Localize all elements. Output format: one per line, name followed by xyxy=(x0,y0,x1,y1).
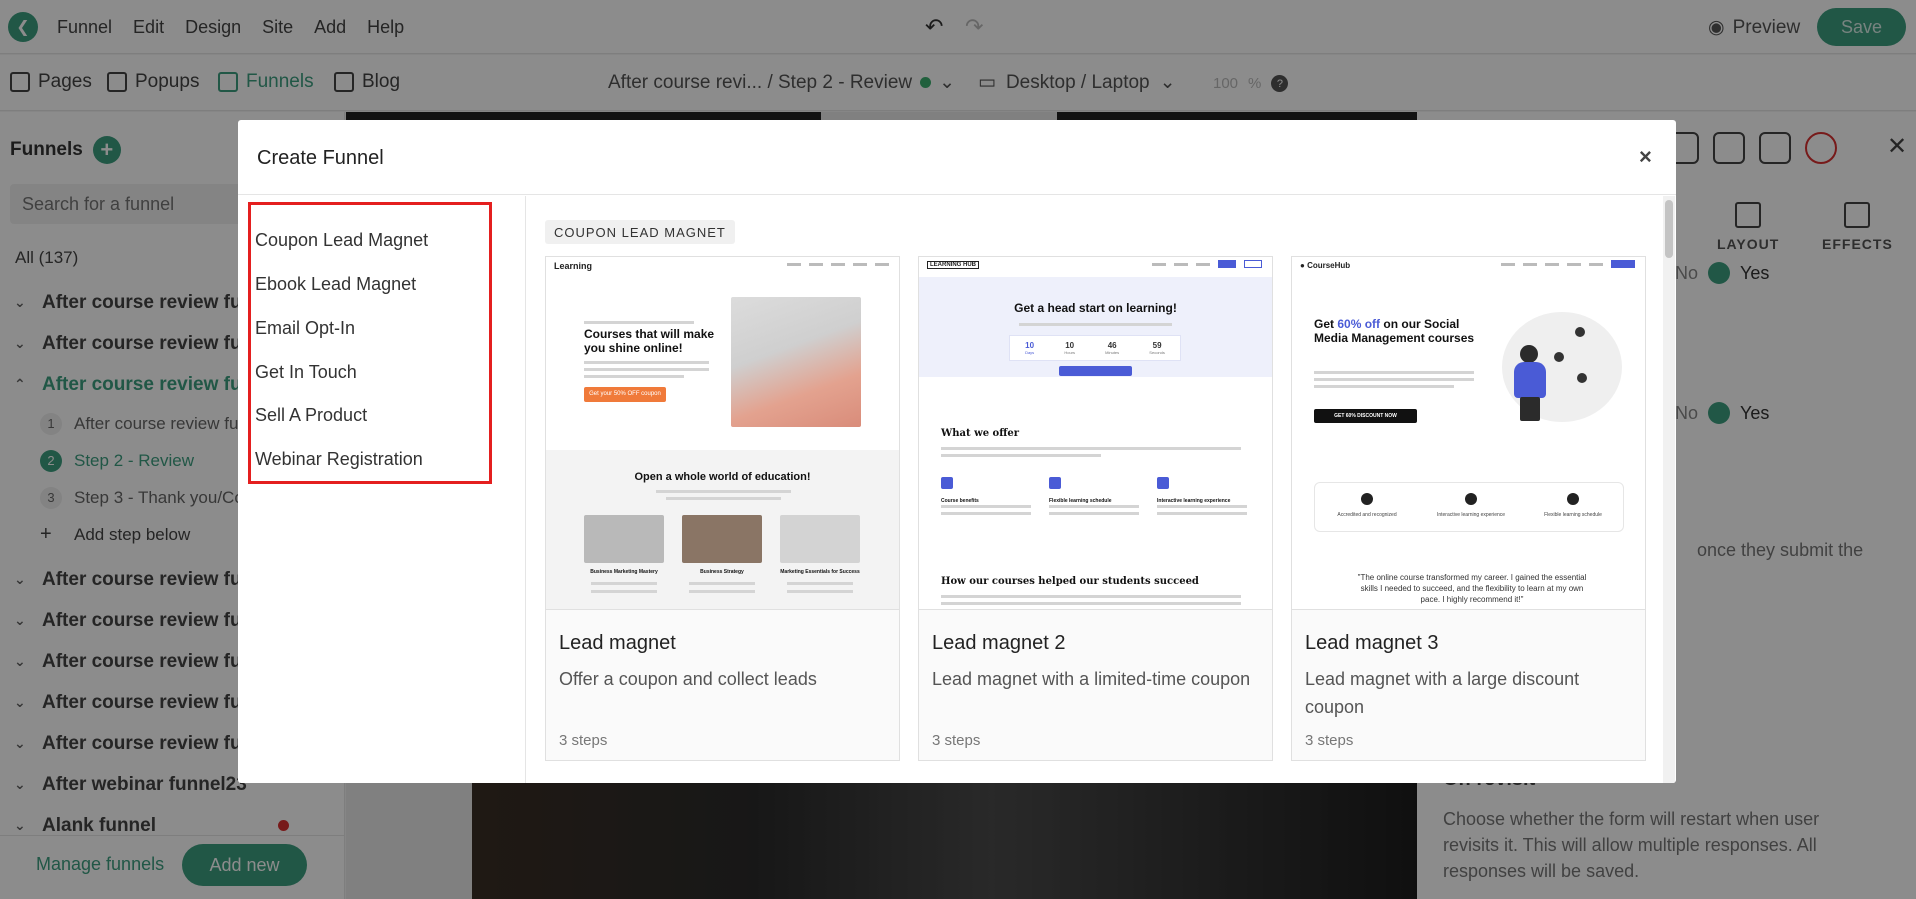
thumb-text-line xyxy=(941,512,1031,515)
close-icon[interactable]: × xyxy=(1639,144,1652,170)
thumb-text-line xyxy=(1157,512,1247,515)
thumb-logo: Learning xyxy=(554,261,593,271)
thumb-cta: GET 60% DISCOUNT NOW xyxy=(1314,409,1417,423)
template-name: Lead magnet 2 xyxy=(932,632,1066,654)
template-steps: 3 steps xyxy=(559,732,608,749)
thumb-text-line xyxy=(689,582,755,585)
thumb-text-line xyxy=(941,447,1241,450)
countdown-cell: 10 Hours xyxy=(1064,341,1075,355)
thumb-text-line xyxy=(787,582,853,585)
category-email-opt-in[interactable]: Email Opt-In xyxy=(255,318,355,339)
thumb-text-line xyxy=(1157,505,1247,508)
thumb-item-title: Business Marketing Mastery xyxy=(590,569,658,575)
thumb-testimonial: "The online course transformed my career… xyxy=(1357,573,1587,604)
feature-icon xyxy=(1049,477,1061,489)
thumb-text-line xyxy=(941,454,1101,457)
category-ebook-lead-magnet[interactable]: Ebook Lead Magnet xyxy=(255,274,416,295)
template-thumbnail: LEARNING HUB Get a head start on learnin… xyxy=(919,257,1272,610)
thumb-section-title: Open a whole world of education! xyxy=(634,471,811,483)
thumb-hero-bg xyxy=(919,277,1272,377)
thumb-photo xyxy=(584,515,664,563)
modal-scrollbar[interactable] xyxy=(1663,196,1675,783)
countdown-cell: 10 Days xyxy=(1025,341,1035,355)
thumb-headline: Get a head start on learning! xyxy=(1014,301,1177,315)
thumb-photo xyxy=(731,297,861,427)
thumb-text-line xyxy=(1314,378,1474,381)
thumb-feature-bar: Accredited and recognized Interactive le… xyxy=(1314,482,1624,532)
thumb-photo xyxy=(682,515,762,563)
countdown-cell: 46 Minutes xyxy=(1105,341,1120,355)
thumb-logo: LEARNING HUB xyxy=(927,261,979,269)
thumb-links xyxy=(1152,260,1262,268)
feature-icon xyxy=(941,477,953,489)
thumb-photo xyxy=(780,515,860,563)
thumb-illustration xyxy=(1520,397,1540,421)
thumb-text-line xyxy=(787,590,853,593)
thumb-text-line xyxy=(1049,512,1139,515)
thumb-item-title: Business Strategy xyxy=(700,569,744,575)
thumb-headline: Get 60% off on our Social Media Manageme… xyxy=(1314,317,1475,345)
template-description: Offer a coupon and collect leads xyxy=(559,669,817,689)
countdown-cell: 59 Seconds xyxy=(1149,341,1165,355)
thumb-text-line xyxy=(591,590,657,593)
template-name: Lead magnet xyxy=(559,632,676,654)
template-card[interactable]: Learning Courses that will make you shin… xyxy=(545,256,900,761)
template-card[interactable]: ● CourseHub Get 60% off on our Social Me… xyxy=(1291,256,1646,761)
thumb-text-line xyxy=(666,497,781,500)
thumb-text-line xyxy=(584,368,709,371)
thumb-text-line xyxy=(1314,371,1474,374)
template-thumbnail: ● CourseHub Get 60% off on our Social Me… xyxy=(1292,257,1645,610)
twitter-icon xyxy=(1577,373,1587,383)
thumb-text-line xyxy=(1049,505,1139,508)
thumb-nav: LEARNING HUB xyxy=(919,257,1272,277)
thumb-headline: Courses that will make you shine online! xyxy=(584,327,715,355)
thumb-logo: ● CourseHub xyxy=(1300,261,1351,270)
template-description: Lead magnet with a large discount coupon xyxy=(1305,669,1580,717)
template-gallery: COUPON LEAD MAGNET Learning Courses that… xyxy=(527,196,1676,783)
modal-header: Create Funnel × xyxy=(238,120,1676,195)
instagram-icon xyxy=(1575,327,1585,337)
thumb-section-title: What we offer xyxy=(941,428,1020,439)
thumb-links xyxy=(787,263,889,266)
category-sell-a-product[interactable]: Sell A Product xyxy=(255,405,367,426)
thumb-item-title: Marketing Essentials for Success xyxy=(780,569,860,575)
thumb-cta: Get your 50% OFF coupon xyxy=(584,387,666,402)
modal-title: Create Funnel xyxy=(257,147,384,169)
template-card[interactable]: LEARNING HUB Get a head start on learnin… xyxy=(918,256,1273,761)
thumb-cta xyxy=(1059,366,1132,376)
thumb-illustration xyxy=(1520,345,1538,363)
thumb-links xyxy=(1501,260,1635,268)
thumb-text-line xyxy=(941,505,1031,508)
template-name: Lead magnet 3 xyxy=(1305,632,1439,654)
category-get-in-touch[interactable]: Get In Touch xyxy=(255,362,357,383)
thumb-text-line xyxy=(941,595,1241,598)
thumb-text-line xyxy=(941,602,1241,605)
template-steps: 3 steps xyxy=(1305,732,1354,749)
thumb-nav: Learning xyxy=(546,257,899,277)
thumb-text-line xyxy=(591,582,657,585)
thumb-text-line xyxy=(584,321,694,324)
category-list: Coupon Lead Magnet Ebook Lead Magnet Ema… xyxy=(238,196,526,783)
feature-icon xyxy=(1157,477,1169,489)
thumb-text-line xyxy=(584,375,684,378)
thumb-text-line xyxy=(1314,385,1454,388)
thumb-text-line xyxy=(656,490,791,493)
template-description: Lead magnet with a limited-time coupon xyxy=(932,669,1251,689)
scrollbar-thumb[interactable] xyxy=(1665,200,1673,258)
facebook-icon xyxy=(1554,352,1564,362)
category-coupon-lead-magnet[interactable]: Coupon Lead Magnet xyxy=(255,230,428,251)
thumb-text-line xyxy=(689,590,755,593)
thumb-text-line xyxy=(1019,323,1172,326)
section-tag: COUPON LEAD MAGNET xyxy=(545,220,735,244)
thumb-illustration xyxy=(1514,362,1546,398)
thumb-text-line xyxy=(584,361,709,364)
thumb-section-title: How our courses helped our students succ… xyxy=(941,576,1199,587)
thumb-countdown: 10 Days 10 Hours 46 Minutes 59 Seconds xyxy=(1009,335,1181,361)
template-steps: 3 steps xyxy=(932,732,981,749)
thumb-nav: ● CourseHub xyxy=(1292,257,1645,277)
category-webinar-registration[interactable]: Webinar Registration xyxy=(255,449,423,470)
create-funnel-modal: Create Funnel × Coupon Lead Magnet Ebook… xyxy=(238,120,1676,783)
template-thumbnail: Learning Courses that will make you shin… xyxy=(546,257,899,610)
